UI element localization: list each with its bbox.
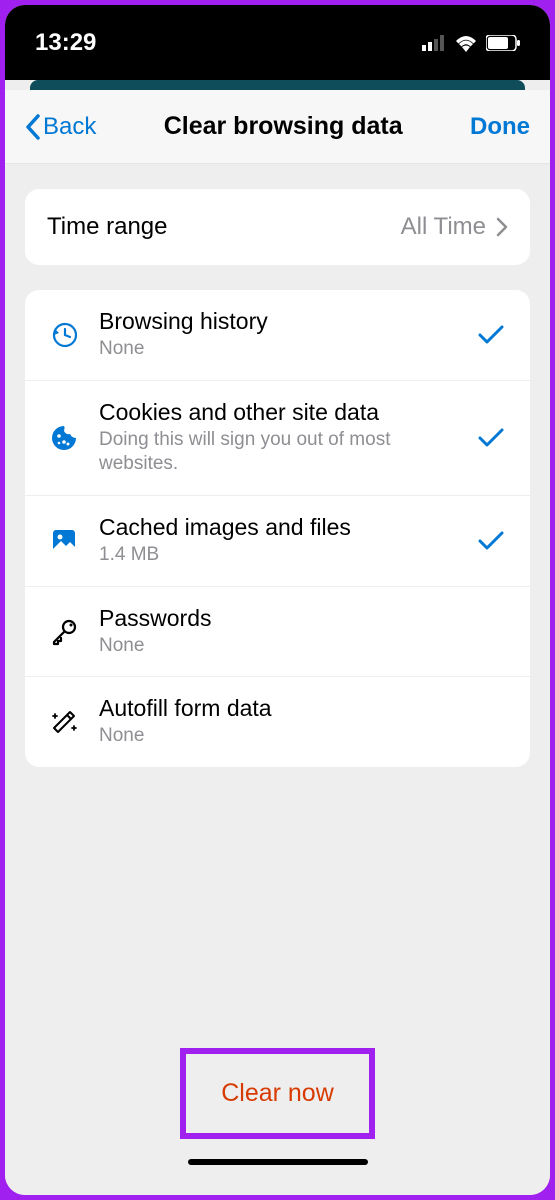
bottom-area: Clear now: [5, 1048, 550, 1195]
clear-now-button[interactable]: Clear now: [221, 1079, 334, 1108]
option-title: Cached images and files: [99, 514, 474, 541]
option-subtitle: None: [99, 634, 474, 659]
options-card: Browsing history None Cookies and other …: [25, 290, 530, 767]
back-button[interactable]: Back: [25, 113, 96, 141]
chevron-right-icon: [496, 217, 508, 237]
option-title: Browsing history: [99, 308, 474, 335]
history-icon: [50, 321, 78, 349]
time-range-card: Time range All Time: [25, 189, 530, 265]
key-icon: [50, 618, 78, 646]
time-range-value: All Time: [401, 213, 486, 241]
status-icons: [422, 34, 520, 52]
option-cookies[interactable]: Cookies and other site data Doing this w…: [25, 381, 530, 496]
option-autofill[interactable]: Autofill form data None: [25, 677, 530, 767]
annotation-highlight: Clear now: [180, 1048, 375, 1139]
option-subtitle: 1.4 MB: [99, 543, 474, 568]
home-indicator[interactable]: [188, 1159, 368, 1165]
option-title: Cookies and other site data: [99, 399, 474, 426]
battery-icon: [486, 35, 520, 51]
checkmark-icon: [478, 428, 504, 448]
wand-icon: [50, 708, 78, 736]
page-title: Clear browsing data: [164, 112, 403, 141]
content-area: Time range All Time Browsing history Non…: [5, 164, 550, 1195]
done-button[interactable]: Done: [470, 113, 530, 141]
option-title: Autofill form data: [99, 695, 474, 722]
time-range-row[interactable]: Time range All Time: [25, 189, 530, 265]
option-passwords[interactable]: Passwords None: [25, 587, 530, 678]
wifi-icon: [454, 34, 478, 52]
status-time: 13:29: [35, 29, 96, 57]
nav-bar: Back Clear browsing data Done: [5, 90, 550, 164]
image-icon: [50, 527, 78, 555]
status-bar: 13:29: [5, 5, 550, 80]
background-strip: [30, 80, 525, 90]
option-cached[interactable]: Cached images and files 1.4 MB: [25, 496, 530, 587]
option-subtitle: None: [99, 724, 474, 749]
time-range-label: Time range: [47, 213, 168, 241]
option-title: Passwords: [99, 605, 474, 632]
option-browsing-history[interactable]: Browsing history None: [25, 290, 530, 381]
cookie-icon: [50, 424, 78, 452]
option-subtitle: None: [99, 337, 474, 362]
chevron-left-icon: [25, 114, 41, 140]
checkmark-icon: [478, 325, 504, 345]
checkmark-icon: [478, 531, 504, 551]
cellular-icon: [422, 35, 446, 51]
back-label: Back: [43, 113, 96, 141]
option-subtitle: Doing this will sign you out of most web…: [99, 428, 474, 477]
